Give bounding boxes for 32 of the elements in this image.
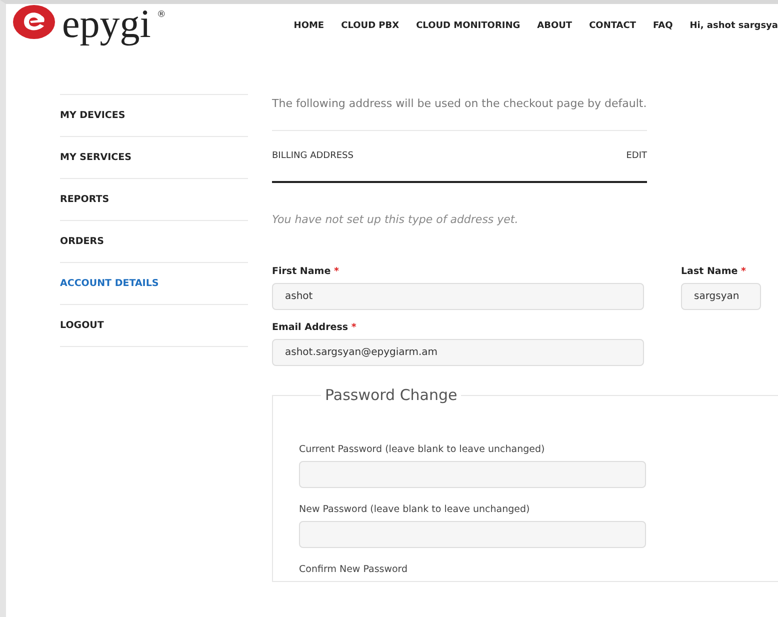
user-greeting-link[interactable]: Hi, ashot sargsya xyxy=(690,21,778,31)
nav-link[interactable]: CLOUD PBX xyxy=(341,21,400,31)
sidebar-item[interactable]: MY SERVICES xyxy=(60,137,248,179)
password-field[interactable] xyxy=(299,461,646,488)
input-field[interactable]: ashot.sargsyan@epygiarm.am xyxy=(272,339,644,366)
empty-address-note: You have not set up this type of address yet. xyxy=(272,213,520,226)
nav-link[interactable]: FAQ xyxy=(653,21,673,31)
nav-link[interactable]: CLOUD MONITORING xyxy=(416,21,520,31)
input-field[interactable]: sargsyan xyxy=(681,283,761,310)
nav-link[interactable]: CONTACT xyxy=(589,21,636,31)
logo-text: epygi xyxy=(62,4,151,44)
sidebar-item[interactable]: ORDERS xyxy=(60,221,248,263)
field-label: Confirm New Password xyxy=(299,564,409,575)
sidebar-item[interactable]: MY DEVICES xyxy=(60,95,248,137)
field-label: Current Password (leave blank to leave unchanged) xyxy=(299,444,546,455)
sidebar-item[interactable]: ACCOUNT DETAILS xyxy=(60,263,248,305)
field-label: First Name * xyxy=(272,266,340,277)
intro-text: The following address will be used on the checkout page by default. xyxy=(272,96,648,112)
password-field[interactable] xyxy=(299,521,646,548)
nav-link[interactable]: ABOUT xyxy=(537,21,572,31)
sidebar-item[interactable]: REPORTS xyxy=(60,179,248,221)
field-label: Email Address * xyxy=(272,322,358,333)
edit-link[interactable]: EDIT xyxy=(626,151,647,161)
registered-mark: ® xyxy=(156,10,166,20)
logo-swirl-icon xyxy=(12,4,56,40)
sidebar-item[interactable]: LOGOUT xyxy=(60,305,248,347)
address-title: BILLING ADDRESS xyxy=(272,151,354,161)
panel-legend: Password Change xyxy=(321,386,462,404)
nav-link[interactable]: HOME xyxy=(294,21,324,31)
field-label: Last Name * xyxy=(681,266,747,277)
field-label: New Password (leave blank to leave unchanged) xyxy=(299,504,531,515)
input-field[interactable]: ashot xyxy=(272,283,644,310)
